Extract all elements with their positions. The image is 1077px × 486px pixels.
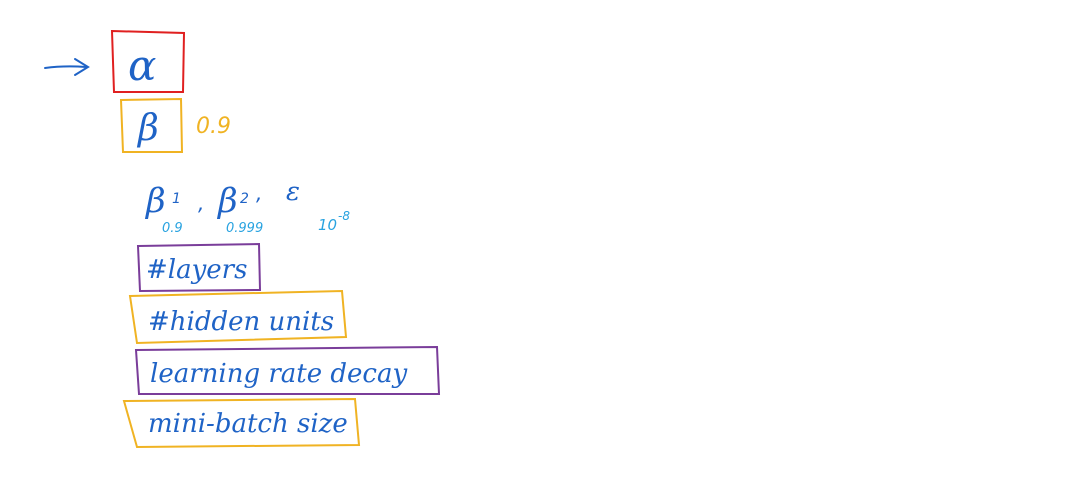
beta1-symbol: β (144, 181, 166, 221)
epsilon-symbol: ε (286, 177, 300, 207)
learning-rate-decay-label: learning rate decay (150, 359, 407, 389)
beta1-value: 0.9 (162, 221, 183, 236)
beta2-value: 0.999 (226, 221, 263, 236)
beta1-subscript: 1 (172, 191, 181, 207)
whiteboard-canvas: α β 0.9 β 1 0.9 , β 2 , 0.999 ε 10 -8 #l… (0, 0, 1077, 486)
separator-comma-2: , (256, 181, 262, 205)
beta2-subscript: 2 (240, 191, 249, 207)
separator-comma: , (198, 191, 204, 215)
epsilon-base: 10 (318, 216, 337, 234)
arrow-icon (44, 58, 90, 76)
handwritten-notes: α β 0.9 β 1 0.9 , β 2 , 0.999 ε 10 -8 #l… (44, 29, 441, 449)
hidden-units-label: #hidden units (148, 307, 334, 337)
beta-symbol: β (136, 108, 159, 149)
alpha-symbol: α (128, 41, 156, 90)
beta-value: 0.9 (196, 114, 231, 139)
epsilon-exponent: -8 (338, 209, 350, 223)
layers-label: #layers (146, 255, 247, 285)
beta2-symbol: β (216, 181, 238, 221)
mini-batch-size-label: mini-batch size (148, 409, 348, 439)
